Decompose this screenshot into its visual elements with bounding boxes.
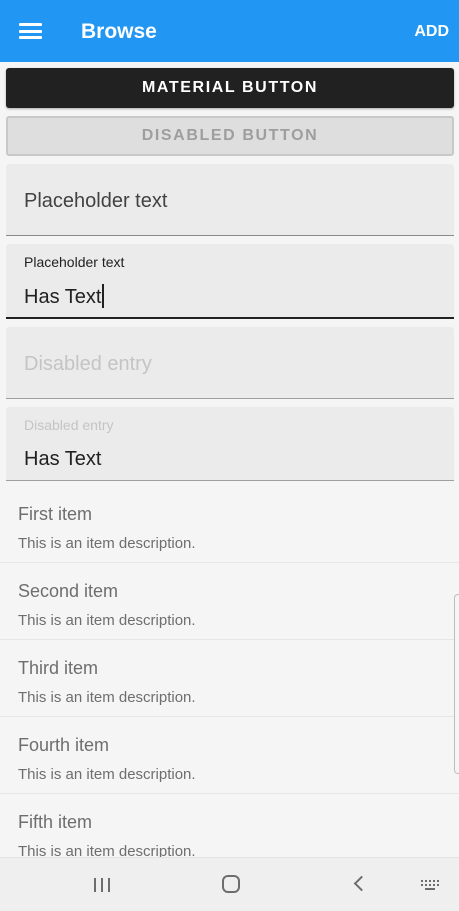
disabled-entry: Disabled entry (6, 327, 454, 399)
page-title: Browse (81, 20, 157, 43)
list-item-description: This is an item description. (18, 612, 196, 629)
entry-floating-label: Disabled entry (24, 417, 114, 433)
list-item-title: Second item (18, 581, 119, 601)
add-button[interactable]: ADD (414, 22, 449, 42)
disabled-button: DISABLED BUTTON (6, 116, 454, 156)
recents-icon[interactable] (88, 858, 118, 911)
has-text-entry[interactable]: Placeholder text Has Text (6, 244, 454, 319)
content-area[interactable]: MATERIAL BUTTON DISABLED BUTTON Placehol… (0, 62, 459, 857)
placeholder-entry[interactable]: Placeholder text (6, 164, 454, 236)
list-item-title: Fourth item (18, 735, 110, 755)
entry-underline (6, 480, 454, 481)
entry-underline (6, 317, 454, 319)
entry-value: Has Text (24, 448, 102, 470)
list-item[interactable]: Third item This is an item description. (0, 640, 459, 717)
list-item-title: Fifth item (18, 812, 93, 832)
list-item[interactable]: Fifth item This is an item description. (0, 794, 459, 857)
list-item[interactable]: Fourth item This is an item description. (0, 717, 459, 794)
entry-placeholder: Placeholder text (24, 190, 168, 212)
text-cursor (102, 284, 105, 308)
list-item[interactable]: First item This is an item description. (0, 486, 459, 563)
list-item-description: This is an item description. (18, 535, 196, 552)
list-item-title: First item (18, 504, 92, 524)
scrollbar[interactable] (454, 594, 459, 774)
list-item-description: This is an item description. (18, 843, 196, 857)
disabled-has-text-entry: Disabled entry Has Text (6, 407, 454, 481)
entry-underline (6, 398, 454, 399)
system-nav-bar (0, 857, 459, 911)
home-icon[interactable] (216, 858, 246, 911)
entry-floating-label: Placeholder text (24, 254, 125, 270)
entry-underline (6, 235, 454, 236)
material-button[interactable]: MATERIAL BUTTON (6, 68, 454, 108)
list-item-description: This is an item description. (18, 689, 196, 706)
list-item[interactable]: Second item This is an item description. (0, 563, 459, 640)
item-list[interactable]: First item This is an item description. … (0, 486, 459, 857)
list-item-title: Third item (18, 658, 99, 678)
entry-value: Has Text (24, 284, 105, 309)
hamburger-menu-icon[interactable] (19, 23, 42, 39)
app-bar: Browse ADD (0, 0, 459, 62)
keyboard-icon[interactable] (416, 858, 446, 911)
list-item-description: This is an item description. (18, 766, 196, 783)
entry-placeholder: Disabled entry (24, 353, 152, 375)
back-icon[interactable] (344, 858, 374, 911)
